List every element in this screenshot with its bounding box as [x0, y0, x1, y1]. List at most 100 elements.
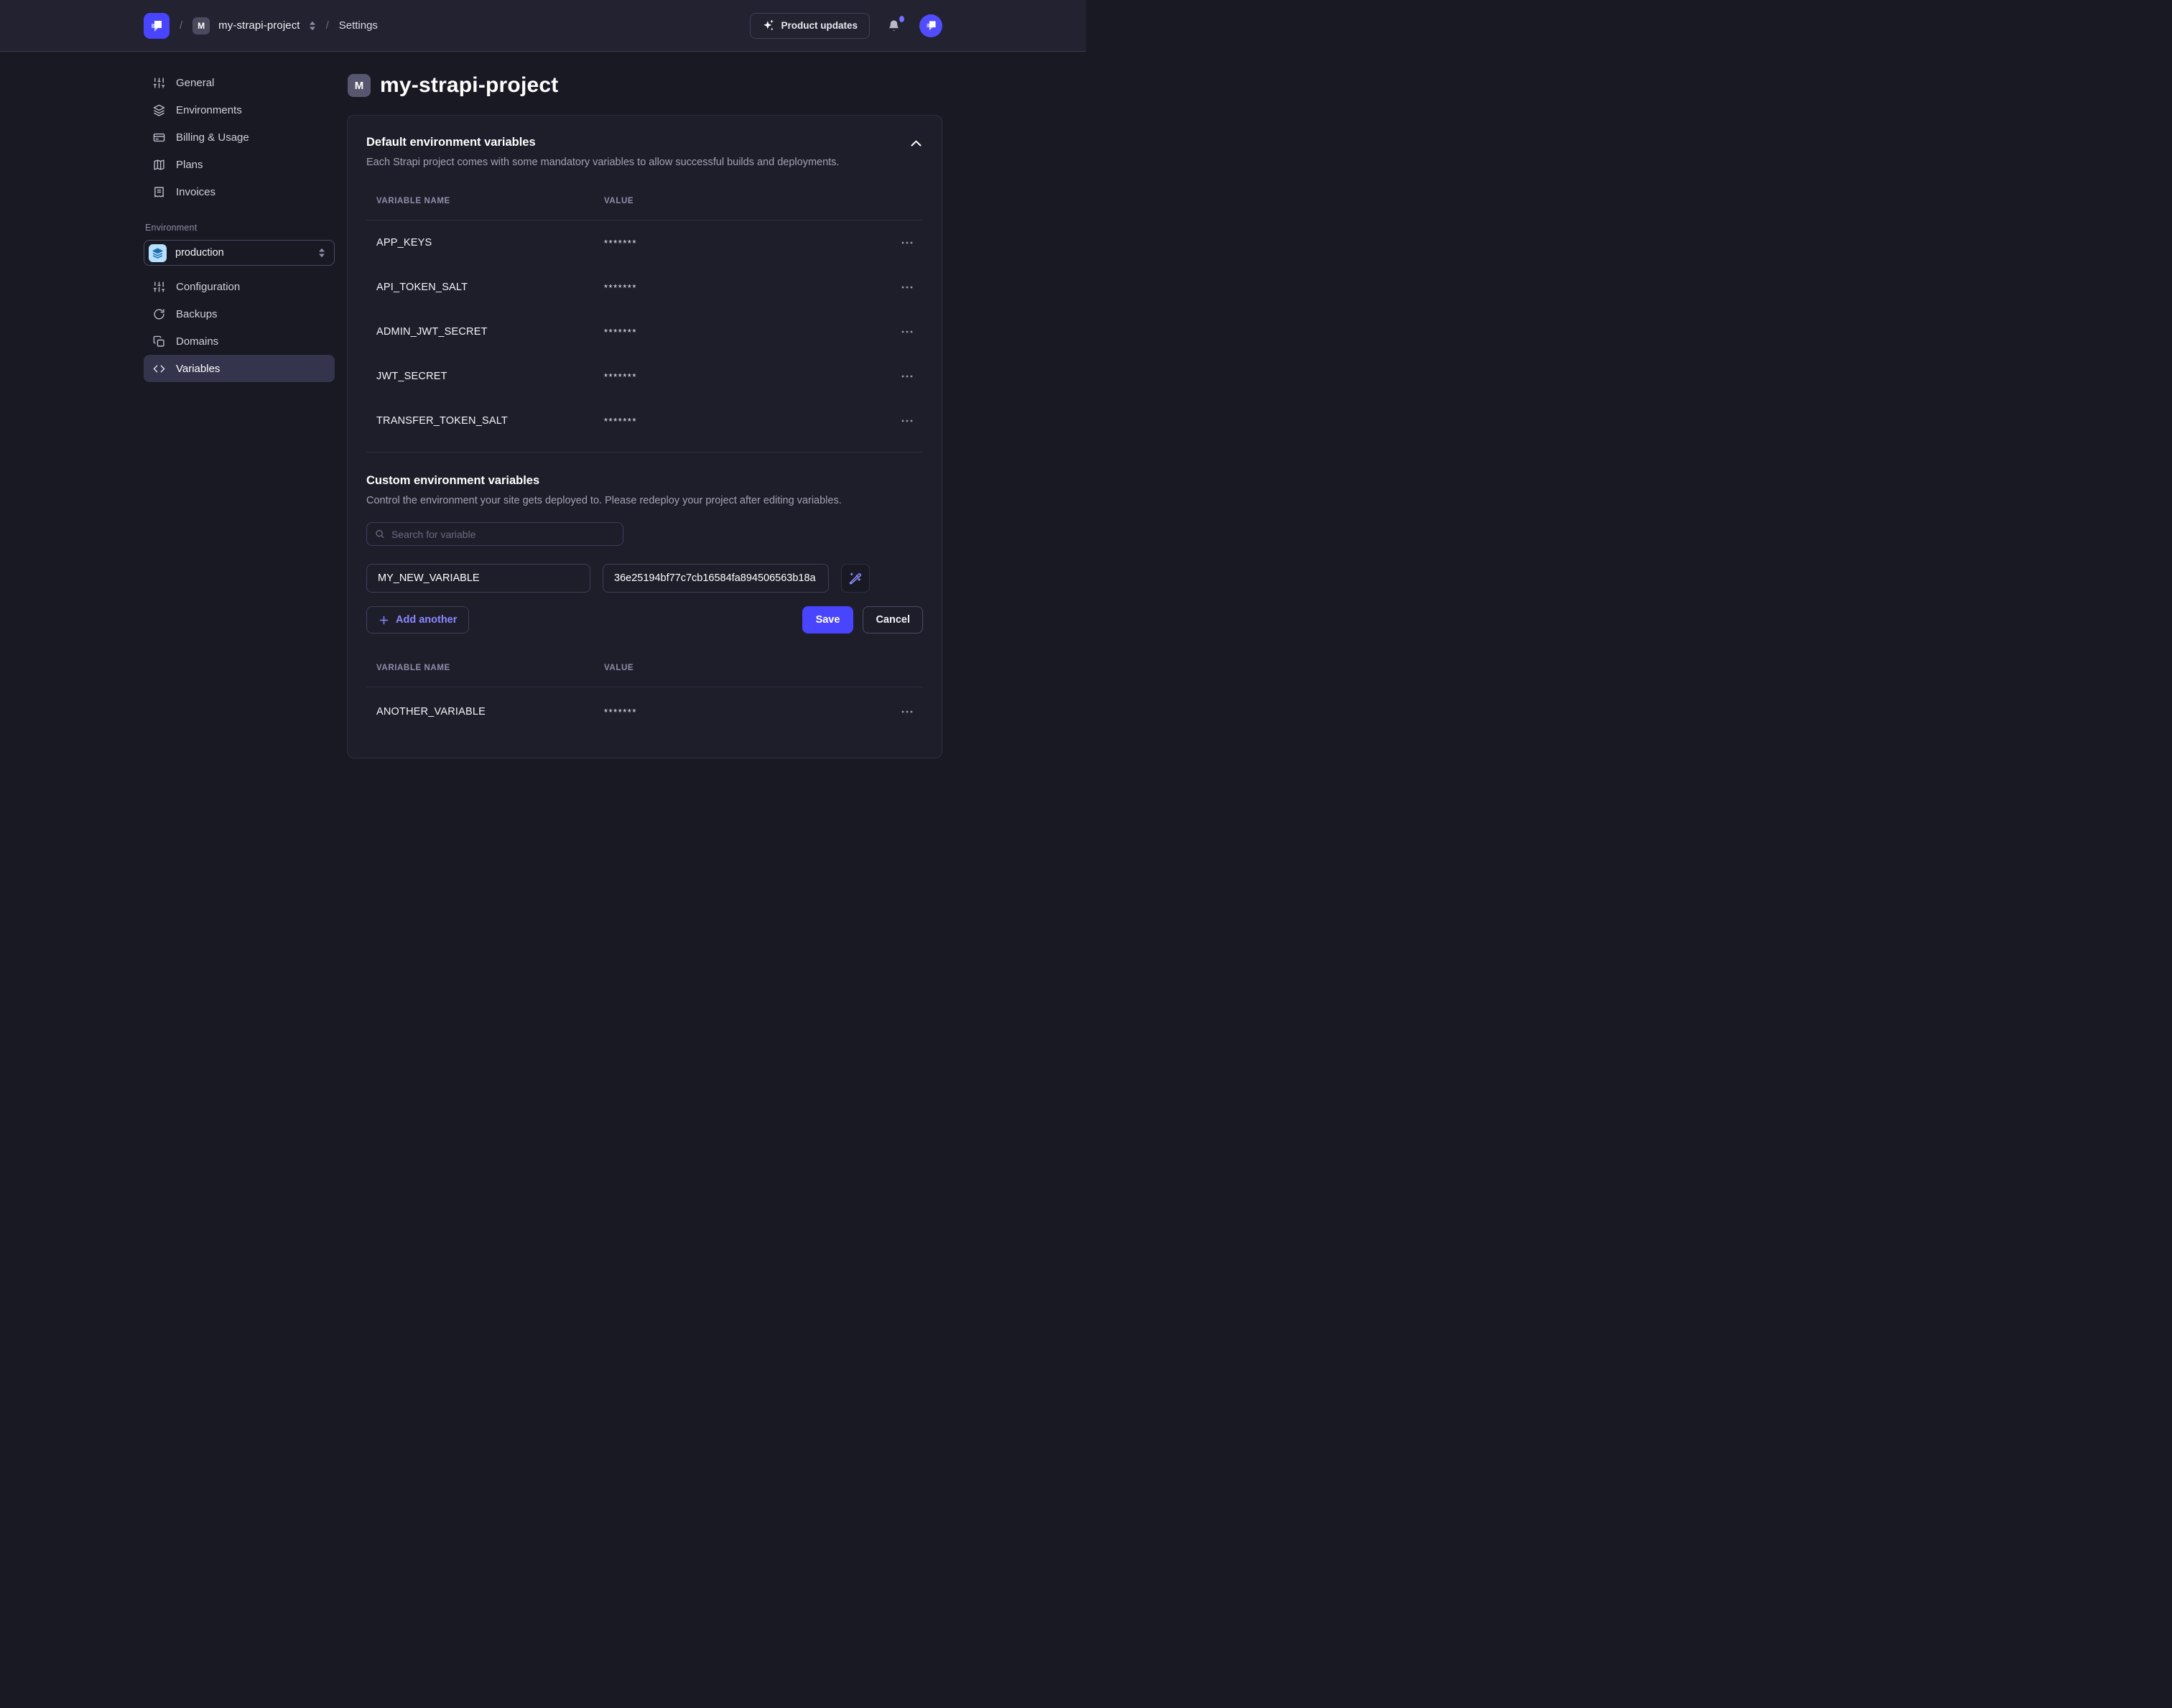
- environment-selected-value: production: [175, 247, 310, 259]
- page-title: my-strapi-project: [380, 73, 558, 98]
- main-content: M my-strapi-project Default environment …: [347, 69, 942, 758]
- table-row: APP_KEYS *******: [366, 221, 923, 265]
- breadcrumb-separator: /: [178, 19, 184, 32]
- project-initial-badge: M: [192, 17, 210, 34]
- add-another-label: Add another: [396, 614, 457, 626]
- variable-name: ANOTHER_VARIABLE: [376, 706, 604, 718]
- ellipsis-icon: [901, 375, 913, 378]
- environment-section-label: Environment: [145, 223, 335, 233]
- search-icon: [375, 529, 385, 539]
- receipt-icon: [152, 186, 166, 198]
- table-row: TRANSFER_TOKEN_SALT *******: [366, 399, 923, 443]
- column-header-name: VARIABLE NAME: [376, 664, 604, 672]
- add-another-button[interactable]: Add another: [366, 606, 469, 633]
- row-actions-button[interactable]: [884, 372, 913, 381]
- sidebar-item-label: Variables: [176, 363, 220, 375]
- sidebar-item-domains[interactable]: Domains: [144, 328, 335, 355]
- column-header-value: VALUE: [604, 197, 884, 205]
- variable-search: [366, 522, 623, 546]
- default-section-description: Each Strapi project comes with some mand…: [366, 157, 839, 168]
- row-actions-button[interactable]: [884, 707, 913, 716]
- environment-layers-icon: [149, 244, 167, 262]
- product-updates-label: Product updates: [781, 20, 858, 31]
- top-navbar: / M my-strapi-project / Settings Product…: [0, 0, 1086, 52]
- product-updates-button[interactable]: Product updates: [750, 13, 870, 39]
- sidebar-item-plans[interactable]: Plans: [144, 151, 335, 178]
- row-actions-button[interactable]: [884, 238, 913, 247]
- ellipsis-icon: [901, 330, 913, 333]
- default-variables-table: VARIABLE NAME VALUE APP_KEYS ******* API…: [366, 187, 923, 443]
- variable-name: JWT_SECRET: [376, 371, 604, 382]
- layers-icon: [152, 104, 166, 116]
- variable-value: *******: [604, 371, 884, 382]
- variable-name-input[interactable]: [366, 564, 590, 593]
- sidebar-item-label: Plans: [176, 159, 203, 171]
- sidebar-item-general[interactable]: General: [144, 69, 335, 96]
- plus-icon: [379, 615, 389, 626]
- strapi-logo[interactable]: [144, 13, 170, 39]
- variable-value: *******: [604, 707, 884, 718]
- strapi-logo-icon: [149, 18, 164, 34]
- avatar-strapi-icon: [924, 19, 938, 32]
- variable-value: *******: [604, 327, 884, 338]
- column-header-name: VARIABLE NAME: [376, 197, 604, 205]
- sliders-icon: [152, 77, 166, 89]
- environment-select[interactable]: production: [144, 240, 335, 266]
- generate-value-button[interactable]: [841, 564, 870, 593]
- copy-icon: [152, 335, 166, 348]
- sidebar-item-label: Environments: [176, 104, 242, 116]
- row-actions-button[interactable]: [884, 328, 913, 336]
- save-button[interactable]: Save: [802, 606, 854, 633]
- collapse-section-button[interactable]: [909, 136, 923, 151]
- credit-card-icon: [152, 131, 166, 144]
- variable-value: *******: [604, 282, 884, 293]
- variable-value-input[interactable]: [603, 564, 829, 593]
- breadcrumb-settings[interactable]: Settings: [339, 19, 378, 32]
- cancel-button[interactable]: Cancel: [863, 606, 923, 633]
- bell-icon: [887, 18, 901, 33]
- ellipsis-icon: [901, 286, 913, 289]
- sidebar-item-label: Backups: [176, 308, 218, 320]
- chevron-up-icon: [911, 140, 922, 147]
- variables-card: Default environment variables Each Strap…: [347, 115, 942, 758]
- notification-dot: [899, 16, 904, 22]
- variable-value: *******: [604, 238, 884, 249]
- table-row: ANOTHER_VARIABLE *******: [366, 687, 923, 736]
- sidebar-item-label: General: [176, 77, 214, 89]
- sliders-icon: [152, 281, 166, 293]
- project-switcher-icon[interactable]: [309, 21, 316, 31]
- ellipsis-icon: [901, 241, 913, 244]
- project-title-badge: M: [348, 74, 371, 97]
- search-input[interactable]: [391, 529, 615, 540]
- environment-select-chevrons-icon: [318, 248, 325, 258]
- variable-value: *******: [604, 416, 884, 427]
- breadcrumb-separator-2: /: [325, 19, 330, 32]
- custom-variables-table: VARIABLE NAME VALUE ANOTHER_VARIABLE ***…: [366, 654, 923, 736]
- default-section-title: Default environment variables: [366, 136, 839, 149]
- sidebar-item-label: Billing & Usage: [176, 131, 249, 144]
- sidebar-item-variables[interactable]: Variables: [144, 355, 335, 382]
- refresh-icon: [152, 308, 166, 320]
- map-icon: [152, 159, 166, 171]
- custom-section-title: Custom environment variables: [366, 474, 842, 488]
- ellipsis-icon: [901, 710, 913, 713]
- table-row: JWT_SECRET *******: [366, 354, 923, 399]
- variable-name: API_TOKEN_SALT: [376, 282, 604, 293]
- sidebar-item-billing[interactable]: Billing & Usage: [144, 124, 335, 151]
- table-row: API_TOKEN_SALT *******: [366, 265, 923, 310]
- sidebar-item-invoices[interactable]: Invoices: [144, 178, 335, 205]
- new-variable-form: [366, 564, 923, 593]
- user-avatar[interactable]: [919, 14, 942, 37]
- breadcrumb-project-name[interactable]: my-strapi-project: [218, 19, 300, 32]
- variable-name: TRANSFER_TOKEN_SALT: [376, 415, 604, 427]
- sidebar-item-environments[interactable]: Environments: [144, 96, 335, 124]
- sidebar-item-label: Domains: [176, 335, 218, 348]
- row-actions-button[interactable]: [884, 283, 913, 292]
- code-icon: [152, 363, 166, 375]
- table-row: ADMIN_JWT_SECRET *******: [366, 310, 923, 354]
- sidebar-item-configuration[interactable]: Configuration: [144, 273, 335, 300]
- notifications-button[interactable]: [887, 18, 901, 33]
- sparkles-icon: [762, 19, 774, 32]
- sidebar-item-backups[interactable]: Backups: [144, 300, 335, 328]
- row-actions-button[interactable]: [884, 417, 913, 425]
